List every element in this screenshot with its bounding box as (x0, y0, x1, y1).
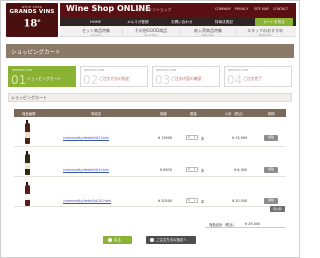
chevron-down-icon[interactable]: ▾ (194, 168, 195, 171)
page-title: ショッピングカート (11, 50, 61, 56)
product-price: ¥ 13900 (158, 136, 173, 140)
subnav-set-item[interactable]: セット商品特集 Set Item (71, 28, 121, 37)
subnav-good-en: Good Item (144, 33, 158, 37)
subnav-new-label: 新入荷商品特集 (194, 27, 222, 33)
product-image[interactable] (22, 182, 32, 206)
product-image[interactable] (22, 120, 32, 144)
step-number: 03 (155, 73, 171, 87)
logo-number: 18 (23, 18, 38, 30)
table-row (14, 148, 286, 177)
shop-logo[interactable]: wine shop GRANDS VINS 18e (6, 3, 58, 37)
subnav-set-en: Set Item (90, 33, 102, 37)
logo-line2: GRANDS VINS (9, 9, 55, 15)
nav-home[interactable]: HOME (90, 20, 101, 24)
link-sitemap[interactable]: SITE MAP (254, 7, 269, 11)
checkout-steps: REGISTER STEP 01 ショッピングカート REGISTER STEP… (8, 66, 292, 87)
subnav-set-label: セット商品特集 (82, 27, 110, 33)
total-underline (205, 227, 286, 228)
subnav-staff-item[interactable]: スタッフのおすすめ Staff Item (240, 28, 290, 37)
step-1: REGISTER STEP 01 ショッピングカート (8, 66, 76, 87)
cart-section-header (8, 93, 292, 102)
col-image: 商品画像 (22, 112, 36, 116)
quantity-select[interactable]: 1 (186, 198, 198, 203)
subnav-divider (122, 28, 123, 35)
subnav-good-item[interactable]: その他GOOD商品 Good Item (126, 28, 176, 37)
quantity-select[interactable]: 1 (186, 167, 198, 172)
subnav-divider (236, 28, 237, 35)
subnav-new-item[interactable]: 新入荷商品特集 New Item (183, 28, 233, 37)
logo-sup: e (37, 18, 41, 24)
arrow-right-icon (150, 237, 154, 242)
subnav-staff-label: スタッフのおすすめ (247, 27, 283, 33)
proceed-button[interactable]: ご注文方法の指定へ (146, 236, 196, 244)
product-price: ¥ 6300 (160, 168, 172, 172)
bottle-label (24, 163, 30, 169)
step-label: ご注文方法の指定 (99, 76, 130, 81)
step-number: 02 (83, 73, 99, 87)
bottle-label (24, 132, 30, 138)
recalculate-button[interactable]: 再計算 (270, 206, 285, 212)
step-number: 01 (11, 73, 27, 87)
product-link[interactable]: /commodity/detail/id/4.html (63, 168, 109, 172)
product-price: ¥ 20500 (158, 199, 173, 203)
chevron-down-icon[interactable]: ▾ (194, 199, 195, 202)
quantity-unit: 本 (201, 200, 205, 204)
proceed-button-label: ご注文方法の指定へ (156, 238, 187, 242)
col-qty: 数量 (190, 112, 197, 116)
col-subtotal: 小計（税込） (225, 112, 246, 116)
delete-button[interactable]: 削除 (264, 135, 278, 141)
row-subtotal: ¥ 13,900 (232, 136, 248, 140)
step-tag: REGISTER STEP (84, 68, 105, 72)
quantity-unit: 本 (201, 137, 205, 141)
step-label: ご注文内容の確認 (171, 76, 202, 81)
nav-legal[interactable]: 特商法表記 (215, 20, 233, 25)
link-contact[interactable]: CONTACT (273, 7, 288, 11)
step-2: REGISTER STEP 02 ご注文方法の指定 (80, 66, 148, 87)
cart-section-title: ショッピングカート (11, 95, 47, 100)
subnav-new-en: New Item (201, 33, 215, 37)
view-cart-button[interactable]: カートを見る (255, 17, 293, 26)
step-4: REGISTER STEP 04 ご注文完了 (224, 66, 292, 87)
delete-button[interactable]: 削除 (264, 167, 278, 173)
back-button[interactable]: 戻る (103, 236, 132, 244)
back-button-label: 戻る (114, 238, 122, 242)
product-image[interactable] (22, 151, 32, 175)
link-company[interactable]: COMPANY (215, 7, 231, 11)
step-3: REGISTER STEP 03 ご注文内容の確認 (152, 66, 220, 87)
nav-newsletter[interactable]: メルマガ登録 (127, 20, 149, 25)
quantity-select[interactable]: 1 (186, 135, 198, 140)
nav-contact[interactable]: お問い合わせ (171, 20, 193, 25)
step-tag: REGISTER STEP (156, 68, 177, 72)
row-subtotal: ¥ 6,300 (234, 168, 247, 172)
logo-line3: 18e (6, 16, 58, 29)
step-tag: REGISTER STEP (228, 68, 249, 72)
arrow-left-icon (108, 237, 112, 242)
product-link[interactable]: /commodity/detail/id/10.html (63, 199, 111, 203)
step-label: ご注文完了 (243, 76, 262, 81)
step-label: ショッピングカート (27, 76, 62, 81)
shop-subtitle: オンラインショップ (137, 6, 172, 12)
chevron-down-icon[interactable]: ▾ (194, 136, 195, 139)
col-price: 価格 (160, 112, 167, 116)
delete-button[interactable]: 削除 (264, 198, 278, 204)
bottle-label (24, 194, 30, 200)
link-privacy[interactable]: PRIVACY (235, 7, 248, 11)
step-number: 04 (227, 73, 243, 87)
product-link[interactable]: /commodity/detail/id/2.html (63, 136, 109, 140)
subnav-divider (179, 28, 180, 35)
subnav-good-label: その他GOOD商品 (134, 27, 168, 33)
col-name: 商品名 (91, 112, 102, 116)
col-delete: 削除 (268, 112, 275, 116)
row-subtotal: ¥ 20,500 (232, 199, 248, 203)
total-value: ¥ 29,400 (245, 222, 261, 226)
quantity-unit: 本 (201, 169, 205, 173)
step-tag: REGISTER STEP (12, 68, 33, 72)
subnav-staff-en: Staff Item (258, 33, 272, 37)
table-row (14, 118, 286, 147)
